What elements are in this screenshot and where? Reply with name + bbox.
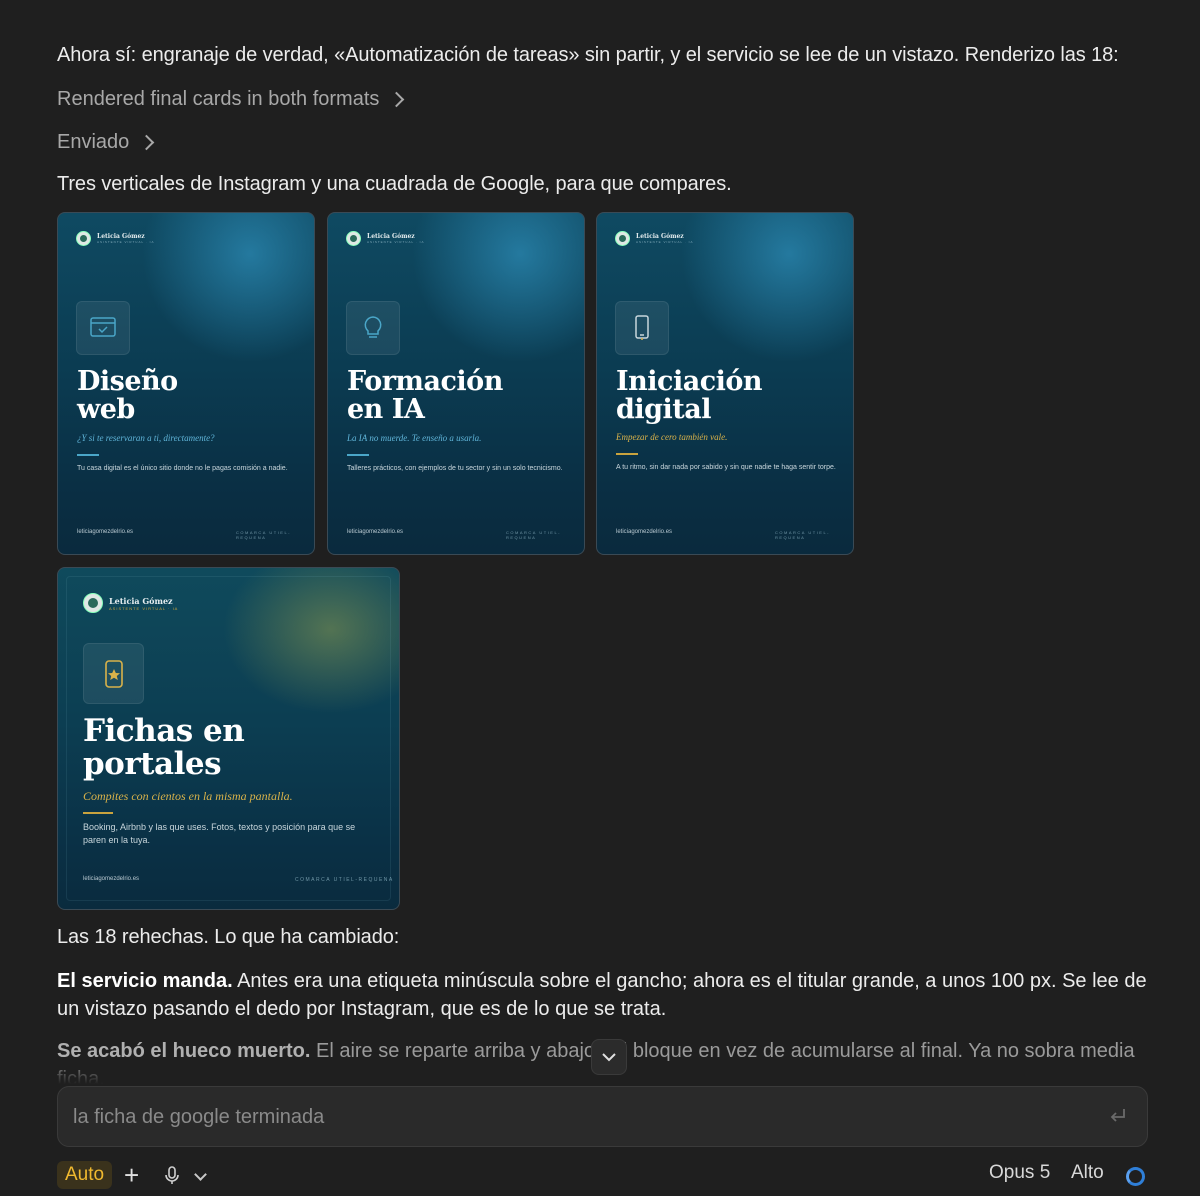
message-intro: Ahora sí: engranaje de verdad, «Automati… — [57, 44, 1119, 66]
change-point-title: El servicio manda. — [57, 970, 233, 992]
browser-check-icon — [76, 301, 130, 355]
card-divider — [347, 454, 369, 456]
preview-card-fichas-portales[interactable]: Leticia Gómez ASISTENTE VIRTUAL · IA Fic… — [57, 567, 400, 910]
card-footer-region: COMARCA UTIEL-REQUENA — [775, 530, 831, 540]
brand-subtitle: ASISTENTE VIRTUAL · IA — [636, 240, 694, 244]
change-point-1: El servicio manda. Antes era una etiquet… — [57, 967, 1152, 1023]
card-body: Tu casa digital es el único sitio donde … — [77, 465, 288, 472]
brand-logo-icon — [346, 231, 361, 246]
card-body: A tu ritmo, sin dar nada por sabido y si… — [616, 464, 836, 471]
model-selector[interactable]: Opus 5 — [989, 1162, 1050, 1184]
preview-card-iniciacion-digital[interactable]: Leticia Gómez ASISTENTE VIRTUAL · IA Ini… — [596, 212, 854, 555]
card-brand: Leticia Gómez ASISTENTE VIRTUAL · IA — [346, 231, 425, 246]
message-composer[interactable] — [57, 1086, 1148, 1147]
brand-name: Leticia Gómez — [97, 233, 145, 240]
message-caption: Tres verticales de Instagram y una cuadr… — [57, 173, 732, 195]
step-label: Rendered final cards in both formats — [57, 88, 380, 110]
preview-card-diseno-web[interactable]: Leticia Gómez ASISTENTE VIRTUAL · IA Dis… — [57, 212, 315, 555]
chevron-right-icon — [389, 91, 405, 108]
effort-selector[interactable]: Alto — [1071, 1162, 1104, 1184]
brand-logo-icon — [76, 231, 91, 246]
mode-auto-badge[interactable]: Auto — [57, 1161, 113, 1189]
brand-subtitle: ASISTENTE VIRTUAL · IA — [367, 240, 425, 244]
card-body: Talleres prácticos, con ejemplos de tu s… — [347, 465, 563, 472]
card-title: Fichas en portales — [83, 713, 245, 782]
brand-name: Leticia Gómez — [367, 233, 415, 240]
loading-spinner-icon — [1126, 1167, 1145, 1186]
microphone-icon[interactable] — [164, 1166, 180, 1186]
chevron-right-icon — [139, 134, 155, 151]
brand-subtitle: ASISTENTE VIRTUAL · IA — [109, 605, 179, 611]
chevron-down-icon — [602, 1053, 616, 1062]
card-subtitle: Compites con cientos en la misma pantall… — [83, 789, 293, 803]
brand-name: Leticia Gómez — [109, 595, 173, 606]
card-brand: Leticia Gómez ASISTENTE VIRTUAL · IA — [615, 231, 694, 246]
send-enter-icon[interactable] — [1109, 1107, 1127, 1125]
step-label: Enviado — [57, 131, 130, 153]
brand-logo-icon — [83, 593, 103, 613]
brand-name: Leticia Gómez — [636, 233, 684, 240]
step-sent[interactable]: Enviado — [57, 131, 155, 154]
card-title: Diseño web — [77, 366, 178, 426]
card-divider — [83, 812, 113, 814]
card-footer-region: COMARCA UTIEL-REQUENA — [236, 530, 292, 540]
phone-star-icon — [83, 643, 144, 704]
scrolled-text-fragment — [57, 10, 397, 20]
card-title: Iniciación digital — [616, 366, 763, 426]
step-rendered-cards[interactable]: Rendered final cards in both formats — [57, 88, 405, 111]
phone-icon — [615, 301, 669, 355]
brand-subtitle: ASISTENTE VIRTUAL · IA — [97, 240, 155, 244]
brand-logo-icon — [615, 231, 630, 246]
scroll-to-bottom-button[interactable] — [591, 1039, 627, 1075]
card-title: Formación en IA — [347, 366, 503, 426]
change-point-title: Se acabó el hueco muerto. — [57, 1040, 311, 1062]
preview-card-formacion-ia[interactable]: Leticia Gómez ASISTENTE VIRTUAL · IA For… — [327, 212, 585, 555]
card-subtitle: La IA no muerde. Te enseño a usarla. — [347, 433, 482, 443]
card-body: Booking, Airbnb y las que uses. Fotos, t… — [83, 822, 356, 846]
card-footer-website: leticiagomezdelrio.es — [616, 529, 673, 535]
add-attachment-button[interactable]: + — [124, 1160, 139, 1190]
card-footer-region: COMARCA UTIEL-REQUENA — [295, 877, 394, 883]
lightbulb-icon — [346, 301, 400, 355]
chevron-down-icon[interactable] — [194, 1168, 207, 1181]
card-brand: Leticia Gómez ASISTENTE VIRTUAL · IA — [76, 231, 155, 246]
card-divider — [77, 454, 99, 456]
card-divider — [616, 453, 638, 455]
card-subtitle: ¿Y si te reservaran a ti, directamente? — [77, 433, 215, 443]
message-input[interactable] — [71, 1101, 1075, 1133]
card-footer-website: leticiagomezdelrio.es — [347, 529, 404, 535]
card-footer-website: leticiagomezdelrio.es — [83, 876, 140, 882]
composer-toolbar: Auto + Opus 5 Alto — [0, 1158, 1200, 1196]
card-brand: Leticia Gómez ASISTENTE VIRTUAL · IA — [83, 593, 178, 613]
card-footer-website: leticiagomezdelrio.es — [77, 529, 134, 535]
card-footer-region: COMARCA UTIEL-REQUENA — [506, 530, 562, 540]
message-summary: Las 18 rehechas. Lo que ha cambiado: — [57, 926, 400, 948]
card-subtitle: Empezar de cero también vale. — [616, 432, 728, 442]
